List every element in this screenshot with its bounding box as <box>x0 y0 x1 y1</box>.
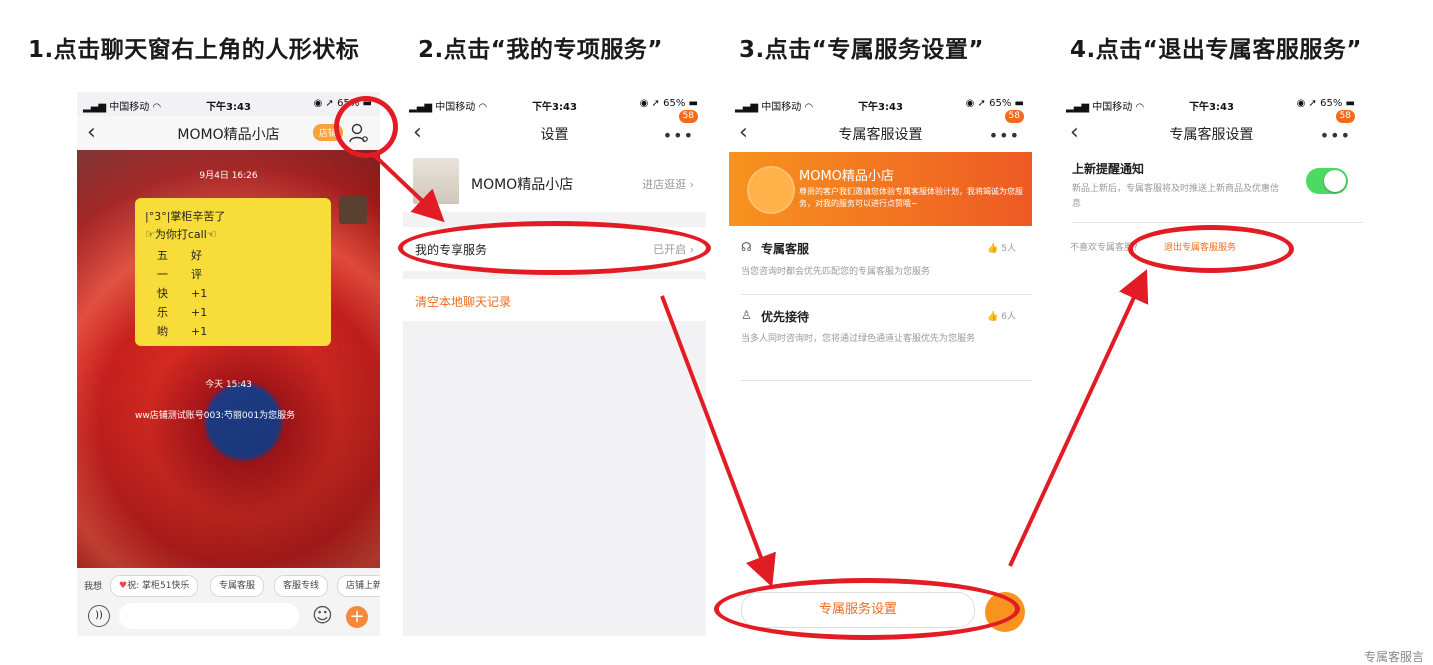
arrow-layer <box>372 153 1149 588</box>
arrow-step2 <box>660 295 776 588</box>
arrow-step1 <box>372 153 445 223</box>
arrow-step3 <box>1008 269 1149 567</box>
watermark: 专属客服言 <box>1364 650 1425 664</box>
